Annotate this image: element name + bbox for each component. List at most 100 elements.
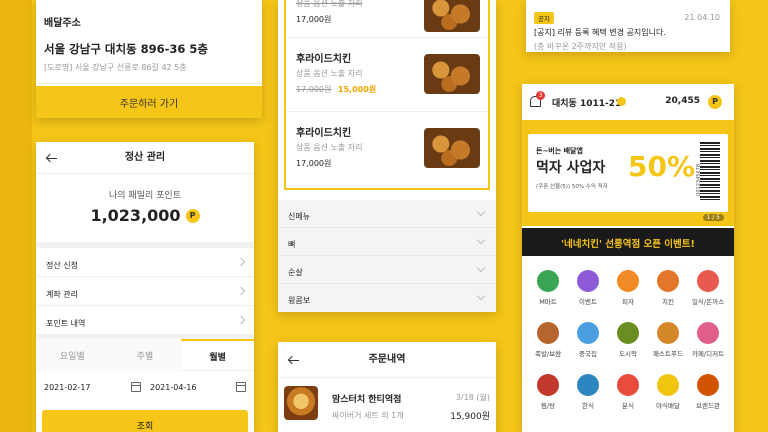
tab-daily[interactable]: 요일별	[36, 339, 109, 372]
category-row[interactable]: 순살	[278, 256, 496, 284]
coupon-serial: 0012345678	[696, 164, 702, 196]
burger-icon	[657, 322, 679, 344]
date-to[interactable]: 2021-04-16	[150, 383, 197, 392]
order-summary: 싸이버거 세트 외 1개	[332, 411, 404, 420]
menu-item[interactable]: 후라이드치킨 상품 옵션 노출 자리 17,000원	[286, 112, 488, 186]
noodle-icon	[577, 322, 599, 344]
notice-tag: 공지	[534, 12, 554, 24]
category-pizza[interactable]: 피자	[608, 270, 648, 306]
category-label: 뼈	[288, 240, 296, 249]
location-label[interactable]: 대치동 1011-21	[552, 96, 621, 109]
original-price: 17,000원	[296, 85, 332, 94]
coupon-banner[interactable]: 돈~버는 배달앱 먹자 사업자 (쿠폰 선물(5)) 50% 수익 적자 50%…	[528, 134, 728, 212]
chevron-right-icon	[236, 257, 246, 267]
points-value: 1,023,000	[90, 206, 181, 225]
category-label: 카페/디저트	[691, 350, 725, 358]
coupon-brand-line: 돈~버는 배달앱	[536, 147, 583, 155]
points-badge-icon: P	[185, 208, 200, 223]
order-list-item[interactable]: 맘스터치 한티역점 3/18 (월) 싸이버거 세트 외 1개 15,900원	[278, 378, 496, 432]
event-banner[interactable]: '네네치킨' 선릉역점 오픈 이벤트!	[522, 228, 734, 256]
category-brand[interactable]: 브랜드관	[688, 374, 728, 410]
back-arrow-icon[interactable]	[46, 153, 57, 164]
tab-monthly[interactable]: 월별	[181, 339, 254, 372]
tab-weekly[interactable]: 주별	[108, 339, 182, 372]
page-indicator: 1 / 5	[702, 214, 724, 221]
category-label: 찜/탕	[540, 402, 556, 410]
menu-item-name: 후라이드치킨	[296, 128, 352, 139]
menu-item-label: 포인트 내역	[46, 319, 86, 328]
background-stripe	[0, 0, 32, 432]
gift-icon	[577, 270, 599, 292]
chicken-icon	[657, 270, 679, 292]
date-from[interactable]: 2021-02-17	[44, 383, 91, 392]
basket-icon	[537, 270, 559, 292]
category-label: 브랜드관	[696, 402, 720, 410]
category-burger[interactable]: 패스트푸드	[648, 322, 688, 358]
category-noodle[interactable]: 중국집	[568, 322, 608, 358]
order-price: 15,900원	[450, 412, 490, 422]
sale-price: 15,000원	[337, 85, 377, 94]
chevron-down-icon	[476, 263, 486, 273]
category-tteokbokki[interactable]: 분식	[608, 374, 648, 410]
category-sushi[interactable]: 일식/돈까스	[688, 270, 728, 306]
category-moon[interactable]: 야식배달	[648, 374, 688, 410]
back-arrow-icon[interactable]	[288, 355, 299, 366]
menu-item-name: 후라이드치킨	[296, 54, 352, 65]
cake-icon	[697, 322, 719, 344]
brand-icon	[697, 374, 719, 396]
category-label: 족발/보쌈	[534, 350, 562, 358]
menu-item[interactable]: 후라이드치킨 상품 옵션 노출 자리 17,000원 15,000원	[286, 38, 488, 112]
order-store-name: 맘스터치 한티역점	[332, 395, 402, 405]
category-cake[interactable]: 카페/디저트	[688, 322, 728, 358]
notice-sub: (총 바꾸온 2주까지만 적용)	[534, 42, 627, 51]
delivery-address-card: 배달주소 서울 강남구 대치동 896-36 5층 [도로명] 서울 강남구 선…	[36, 0, 262, 118]
category-gift[interactable]: 이벤트	[568, 270, 608, 306]
menu-item-option: 상품 옵션 노출 자리	[296, 0, 363, 8]
fried-chicken-image	[424, 128, 480, 168]
menu-item-option: 상품 옵션 노출 자리	[296, 143, 363, 152]
category-label: 피자	[622, 298, 634, 306]
category-chicken[interactable]: 치킨	[648, 270, 688, 306]
tab-label: 월별	[209, 353, 226, 363]
menu-item-option: 상품 옵션 노출 자리	[296, 69, 363, 78]
category-pork[interactable]: 족발/보쌈	[528, 322, 568, 358]
settlement-menu-item[interactable]: 정산 신청	[36, 248, 254, 277]
delivery-address: 서울 강남구 대치동 896-36 5층	[44, 42, 209, 56]
coupon-percent: 50%	[628, 150, 696, 183]
pizza-icon	[617, 270, 639, 292]
category-row[interactable]: 윙콤보	[278, 284, 496, 312]
sushi-icon	[697, 270, 719, 292]
order-date: 3/18 (월)	[455, 393, 490, 402]
category-label: 윙콤보	[288, 296, 311, 305]
event-banner-label: '네네치킨' 선릉역점 오픈 이벤트!	[561, 239, 695, 250]
lunchbox-icon	[617, 322, 639, 344]
category-label: 도시락	[619, 350, 637, 358]
settlement-title: 정산 관리	[124, 152, 166, 163]
notice-card[interactable]: 공지 21.04.10 [공지] 리뷰 등록 혜택 변경 공지입니다. (총 바…	[526, 0, 730, 52]
calendar-icon[interactable]	[131, 382, 141, 392]
category-rice[interactable]: 한식	[568, 374, 608, 410]
settlement-menu-item[interactable]: 포인트 내역	[36, 306, 254, 335]
category-lunchbox[interactable]: 도시락	[608, 322, 648, 358]
notice-text: [공지] 리뷰 등록 혜택 변경 공지입니다.	[534, 28, 666, 37]
category-row[interactable]: 뼈	[278, 228, 496, 256]
rice-icon	[577, 374, 599, 396]
calendar-icon[interactable]	[236, 382, 246, 392]
category-stew[interactable]: 찜/탕	[528, 374, 568, 410]
category-label: 순살	[288, 268, 303, 277]
barcode-icon	[700, 142, 720, 200]
chevron-down-icon	[476, 207, 486, 217]
fried-chicken-image	[424, 0, 480, 32]
category-grid: M마트 이벤트 피자 치킨 일식/돈까스족발/보쌈 중국집 도시락 패스트푸드 카페/디저트찜/…	[522, 260, 734, 432]
category-row[interactable]: 신메뉴	[278, 200, 496, 228]
order-button[interactable]: 주문하러 가기	[36, 86, 262, 118]
search-button[interactable]: 조회	[42, 410, 248, 432]
category-basket[interactable]: M마트	[528, 270, 568, 306]
notification-badge: 3	[536, 91, 545, 100]
menu-item[interactable]: 상품 옵션 노출 자리 17,000원	[286, 0, 488, 38]
settlement-menu-item[interactable]: 계좌 관리	[36, 277, 254, 306]
category-label: 일식/돈까스	[691, 298, 725, 306]
category-label: 야식배달	[656, 402, 680, 410]
location-check-icon	[617, 97, 626, 106]
tab-label: 요일별	[59, 352, 85, 362]
